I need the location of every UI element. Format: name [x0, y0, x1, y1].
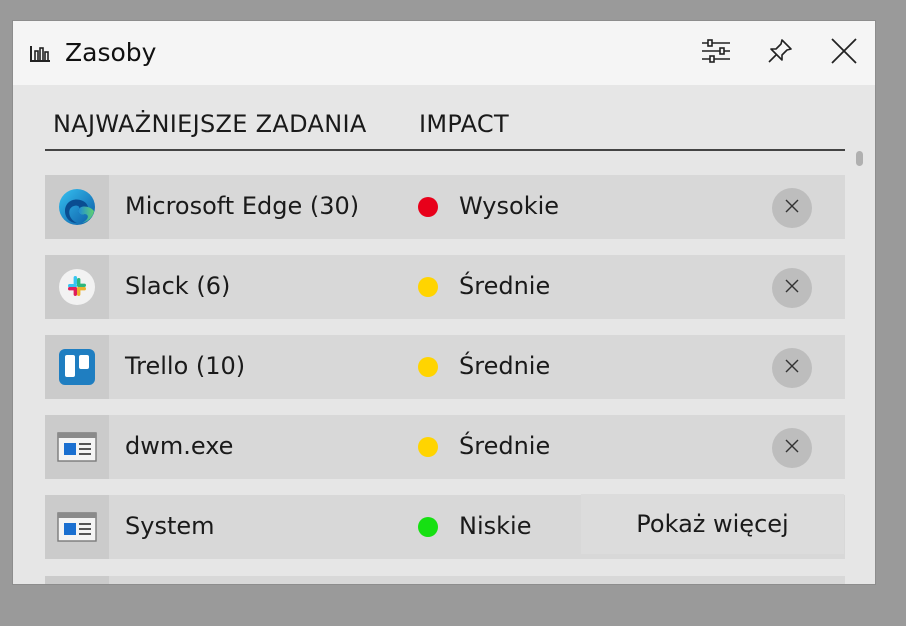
impact-label: Średnie: [459, 352, 551, 380]
window-app-icon: [45, 495, 109, 559]
slack-icon: [45, 255, 109, 319]
task-name: System: [125, 512, 215, 540]
impact-label: Średnie: [459, 432, 551, 460]
task-row-partial[interactable]: [45, 576, 845, 584]
task-row[interactable]: dwm.exe Średnie: [45, 415, 845, 479]
task-row[interactable]: Microsoft Edge (30) Wysokie: [45, 175, 845, 239]
settings-button[interactable]: [696, 35, 736, 71]
end-task-button[interactable]: [772, 348, 812, 388]
close-icon: [830, 37, 858, 69]
scrollbar-thumb[interactable]: [856, 151, 863, 166]
impact-label: Niskie: [459, 512, 532, 540]
title-bar: Zasoby: [13, 21, 875, 85]
impact-label: Wysokie: [459, 192, 560, 220]
sliders-icon: [701, 38, 731, 68]
widget-title: Zasoby: [65, 38, 157, 67]
impact-indicator: [418, 357, 438, 377]
end-task-button[interactable]: [772, 428, 812, 468]
task-name: dwm.exe: [125, 432, 234, 460]
close-icon: [784, 358, 800, 378]
show-more-button[interactable]: Pokaż więcej: [581, 494, 844, 554]
impact-indicator: [418, 437, 438, 457]
task-row[interactable]: Slack (6) Średnie: [45, 255, 845, 319]
pin-button[interactable]: [760, 35, 800, 71]
impact-indicator: [418, 517, 438, 537]
task-name: Trello (10): [125, 352, 246, 380]
task-icon-partial: [45, 576, 109, 584]
impact-indicator: [418, 197, 438, 217]
header-divider: [45, 149, 845, 151]
task-name: Slack (6): [125, 272, 231, 300]
column-header-name: NAJWAŻNIEJSZE ZADANIA: [53, 110, 367, 138]
window-app-icon: [45, 415, 109, 479]
close-icon: [784, 198, 800, 218]
end-task-button[interactable]: [772, 188, 812, 228]
pin-icon: [766, 37, 794, 69]
task-row[interactable]: Trello (10) Średnie: [45, 335, 845, 399]
close-icon: [784, 278, 800, 298]
close-icon: [784, 438, 800, 458]
impact-indicator: [418, 277, 438, 297]
bar-chart-icon: [29, 43, 51, 63]
edge-icon: [45, 175, 109, 239]
resources-widget: Zasoby NAJWAŻNIEJSZE ZADANIA IMPACT Micr…: [12, 20, 876, 585]
column-header-impact: IMPACT: [419, 110, 509, 138]
trello-icon: [45, 335, 109, 399]
close-button[interactable]: [824, 35, 864, 71]
end-task-button[interactable]: [772, 268, 812, 308]
impact-label: Średnie: [459, 272, 551, 300]
task-name: Microsoft Edge (30): [125, 192, 360, 220]
